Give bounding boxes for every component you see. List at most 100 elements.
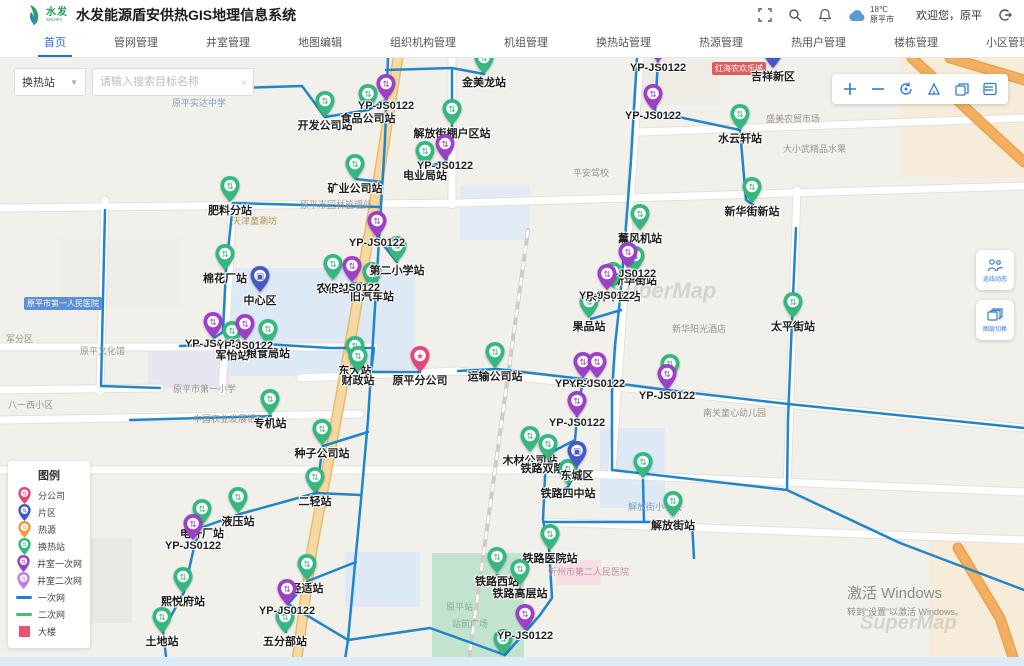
- tab-2[interactable]: 井室管理: [182, 30, 274, 57]
- svg-text:⇅: ⇅: [283, 585, 290, 595]
- reset-view-button[interactable]: [894, 77, 918, 101]
- svg-text:⇅: ⇅: [748, 183, 755, 193]
- svg-text:⇅: ⇅: [22, 507, 27, 514]
- svg-text:⇅: ⇅: [241, 320, 248, 330]
- map-poi-label: 八一西小区: [8, 398, 53, 411]
- layer-list-button[interactable]: [978, 77, 1002, 101]
- tab-1[interactable]: 管网管理: [90, 30, 182, 57]
- layer-switch-button[interactable]: 图层切换: [976, 300, 1014, 340]
- svg-text:⇅: ⇅: [221, 250, 228, 260]
- stacked-layers-icon: [987, 308, 1003, 322]
- svg-text:⇅: ⇅: [516, 565, 523, 575]
- tab-4[interactable]: 组织机构管理: [366, 30, 480, 57]
- legend-item-二次网: 二次网: [16, 606, 82, 623]
- svg-text:⇅: ⇅: [441, 140, 448, 150]
- legend-item-井室二次网: ⇅ 井室二次网: [16, 572, 82, 589]
- svg-text:⇅: ⇅: [364, 90, 371, 100]
- svg-text:⇅: ⇅: [624, 248, 631, 258]
- map-poi-label: 原平文化馆: [80, 344, 125, 357]
- fullscreen-icon[interactable]: [758, 8, 772, 22]
- layers-icon[interactable]: [950, 77, 974, 101]
- svg-text:⇅: ⇅: [22, 524, 27, 531]
- svg-text:★: ★: [416, 352, 424, 362]
- patrol-status-button[interactable]: 巡线动态: [976, 250, 1014, 290]
- svg-text:⇅: ⇅: [663, 370, 670, 380]
- side-tools: 巡线动态 图层切换: [976, 250, 1014, 340]
- welcome-text: 欢迎您，原平: [916, 7, 982, 23]
- cloud-icon: [848, 9, 866, 22]
- svg-text:⇅: ⇅: [573, 397, 580, 407]
- svg-text:⇅: ⇅: [21, 558, 26, 565]
- map-poi-label: 新华阳光酒店: [672, 322, 726, 335]
- page-title: 水发能源盾安供热GIS地理信息系统: [76, 5, 296, 25]
- weather-city: 原平市: [870, 15, 894, 25]
- search-category-select[interactable]: 换热站 ▼: [14, 68, 86, 96]
- svg-text:⇅: ⇅: [546, 530, 553, 540]
- tab-5[interactable]: 机组管理: [480, 30, 572, 57]
- svg-text:⇅: ⇅: [226, 182, 233, 192]
- tab-3[interactable]: 地图编辑: [274, 30, 366, 57]
- notification-bell-icon[interactable]: [818, 8, 832, 22]
- map-search-bar: 换热站 ▼: [14, 68, 254, 96]
- zoom-out-button[interactable]: [866, 77, 890, 101]
- tab-10[interactable]: 小区管理: [962, 30, 1024, 57]
- main-nav: 首页管网管理井室管理地图编辑组织机构管理机组管理换热站管理热源管理热用户管理楼栋…: [0, 30, 1024, 58]
- chevron-down-icon: ▼: [70, 78, 78, 87]
- map-poi-label: 原平站: [446, 600, 473, 613]
- svg-text:⇅: ⇅: [264, 325, 271, 335]
- svg-text:⇅: ⇅: [303, 560, 310, 570]
- map-canvas[interactable]: 原平实达中学天津童涮坊原平市园林管理处原平市第一小学中国农业发展银行原平文化馆军…: [0, 58, 1024, 666]
- svg-text:⇅: ⇅: [373, 217, 380, 227]
- tab-8[interactable]: 热用户管理: [767, 30, 870, 57]
- svg-text:⇅: ⇅: [329, 260, 336, 270]
- svg-text:▣: ▣: [573, 447, 581, 457]
- search-input[interactable]: [100, 76, 242, 88]
- logo-en: SHUIFA: [46, 18, 68, 23]
- svg-text:⇅: ⇅: [526, 432, 533, 442]
- logo-icon: [26, 4, 43, 26]
- map-poi-label: 平安驾校: [573, 166, 609, 179]
- svg-text:⇅: ⇅: [448, 105, 455, 115]
- map-poi-label: 原平市园林管理处: [300, 198, 372, 211]
- map-poi-label: 南关童心幼儿园: [703, 406, 766, 419]
- search-icon[interactable]: [788, 8, 802, 22]
- tab-7[interactable]: 热源管理: [675, 30, 767, 57]
- svg-text:⇅: ⇅: [158, 613, 165, 623]
- map-poi-label: 原平实达中学: [172, 96, 226, 109]
- svg-text:⇅: ⇅: [579, 358, 586, 368]
- svg-text:⇅: ⇅: [639, 458, 646, 468]
- map-poi-label: 军分区: [6, 332, 33, 345]
- legend-item-热源: ⇅ 热源: [16, 521, 82, 538]
- legend-item-换热站: ⇅ 换热站: [16, 538, 82, 555]
- search-icon[interactable]: [242, 76, 246, 89]
- header-bar: 水发 SHUIFA 水发能源盾安供热GIS地理信息系统 18℃ 原平市: [0, 0, 1024, 30]
- search-input-box: [92, 68, 254, 96]
- tab-9[interactable]: 楼栋管理: [870, 30, 962, 57]
- svg-text:⇅: ⇅: [521, 610, 528, 620]
- map-poi-label: 盛美农贸市场: [766, 112, 820, 125]
- map-bottom-band: [0, 657, 1024, 666]
- tab-6[interactable]: 换热站管理: [572, 30, 675, 57]
- temperature: 18℃: [870, 5, 894, 15]
- svg-text:⇅: ⇅: [493, 553, 500, 563]
- svg-text:⇅: ⇅: [669, 497, 676, 507]
- svg-text:⇅: ⇅: [491, 348, 498, 358]
- svg-text:⇅: ⇅: [789, 298, 796, 308]
- svg-text:⇅: ⇅: [311, 473, 318, 483]
- svg-text:⇅: ⇅: [189, 520, 196, 530]
- tab-0[interactable]: 首页: [20, 30, 90, 57]
- svg-text:⇅: ⇅: [736, 110, 743, 120]
- legend-item-片区: ⇅ 片区: [16, 504, 82, 521]
- logout-icon[interactable]: [998, 8, 1012, 22]
- map-poi-label: 大小武精品水果: [783, 142, 846, 155]
- svg-text:⇅: ⇅: [179, 573, 186, 583]
- svg-text:⇅: ⇅: [21, 575, 26, 582]
- map-toolbar: [832, 74, 1008, 104]
- measure-icon[interactable]: [922, 77, 946, 101]
- legend-item-大楼: 大楼: [16, 623, 82, 640]
- legend-item-一次网: 一次网: [16, 589, 82, 606]
- svg-text:⇅: ⇅: [593, 358, 600, 368]
- zoom-in-button[interactable]: [838, 77, 862, 101]
- svg-text:⇅: ⇅: [351, 160, 358, 170]
- svg-text:⇅: ⇅: [22, 490, 27, 497]
